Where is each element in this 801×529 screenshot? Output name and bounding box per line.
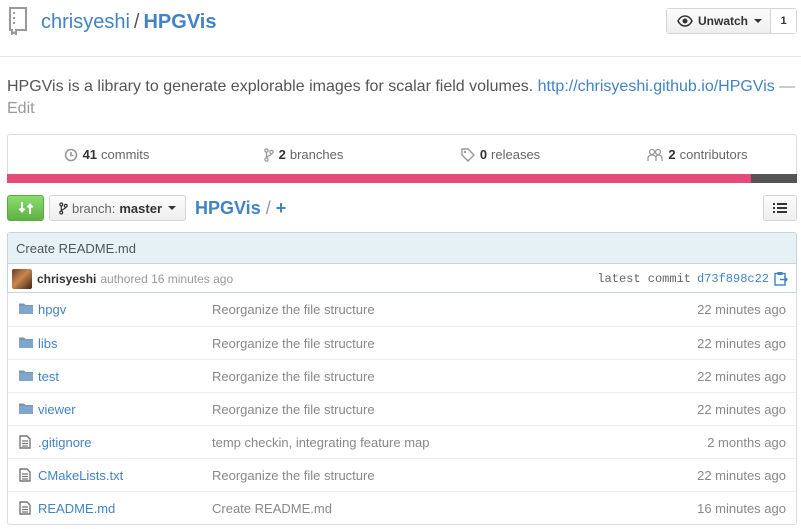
file-age: 22 minutes ago [697,335,786,351]
file-icon [19,468,31,485]
language-bar-secondary [751,174,797,183]
branches-link[interactable]: 2 branches [205,135,402,174]
contributors-count: 2 [668,147,676,162]
file-list: hpgv Reorganize the file structure 22 minu… [7,293,797,525]
language-bar-primary [7,174,751,183]
file-icon [19,501,31,518]
eye-icon [677,15,693,27]
file-name-link[interactable]: hpgv [38,302,66,317]
repo-header: chrisyeshi / HPGVis Unwatch 1 [0,0,801,57]
branch-select[interactable]: branch: master [49,195,186,221]
repo-title-separator: / [133,11,140,33]
releases-link[interactable]: 0 releases [402,135,599,174]
file-age: 2 months ago [707,434,786,450]
branch-icon [59,201,68,215]
commit-time: authored 16 minutes ago [100,271,234,286]
file-row-hpgv: hpgv Reorganize the file structure 22 minu… [8,293,796,326]
file-row-libs: libs Reorganize the file structure 22 minu… [8,326,796,359]
repo-icon [9,7,27,35]
contributors-link[interactable]: 2 contributors [599,135,796,174]
chevron-down-icon [168,206,177,210]
chevron-down-icon [754,19,763,23]
file-commit-message-link[interactable]: Reorganize the file structure [212,402,375,417]
new-file-link[interactable]: + [276,198,287,218]
avatar[interactable] [12,268,32,289]
latest-commit-info: latest commit d73f898c22 [597,264,769,292]
repo-owner-link[interactable]: chrisyeshi [41,11,130,33]
unwatch-button[interactable]: Unwatch [667,9,771,33]
breadcrumb: HPGVis / + [195,197,286,219]
file-name-link[interactable]: test [38,369,59,384]
releases-label: releases [491,147,541,162]
breadcrumb-root-link[interactable]: HPGVis [195,198,261,218]
history-icon [64,148,77,161]
repo-title: chrisyeshi / HPGVis [41,9,216,35]
watchers-count[interactable]: 1 [771,9,796,33]
file-name-link[interactable]: libs [38,336,58,351]
commit-sha-link[interactable]: d73f898c22 [697,272,769,286]
file-age: 22 minutes ago [697,302,786,317]
file-row-viewer: viewer Reorganize the file structure 22 mi… [8,392,796,425]
people-icon [647,148,664,161]
file-name-link[interactable]: viewer [38,402,76,417]
latest-commit-label: latest commit [597,271,691,286]
file-commit-message-link[interactable]: Reorganize the file structure [212,369,375,384]
clipboard-icon[interactable] [774,271,788,286]
file-age: 22 minutes ago [697,368,786,384]
branches-label: branches [289,147,344,162]
commits-label: commits [101,147,150,162]
description-text: HPGVis is a library to generate explorab… [7,78,534,95]
file-commit-message-link[interactable]: Create README.md [212,501,332,516]
folder-icon [19,336,33,351]
tag-icon [461,147,475,162]
file-commit-message-link[interactable]: Reorganize the file structure [212,336,375,351]
latest-commit: Create README.md chrisyeshi authored 16 … [7,232,797,293]
file-age: 16 minutes ago [697,500,786,516]
file-list-toggle-button[interactable] [763,195,797,221]
description-dash: — [779,78,796,95]
commit-message[interactable]: Create README.md [8,233,796,264]
homepage-link[interactable]: http://chrisyeshi.github.io/HPGVis [538,78,775,95]
branch-prefix: branch: [72,200,116,216]
folder-icon [19,369,33,384]
repo-description: HPGVis is a library to generate explorab… [7,76,797,120]
language-bar[interactable] [7,174,797,183]
file-age: 22 minutes ago [697,401,786,417]
file-age: 22 minutes ago [697,467,786,483]
breadcrumb-separator: / [265,198,271,218]
folder-icon [19,302,33,317]
releases-count: 0 [479,147,488,162]
watch-control: Unwatch 1 [666,8,797,34]
file-name-link[interactable]: .gitignore [38,435,91,450]
commits-link[interactable]: 41 commits [8,135,205,174]
file-row-cmakelists-txt: CMakeLists.txt Reorganize the file struct… [8,458,796,491]
compare-icon [18,202,33,214]
branches-count: 2 [278,147,286,162]
file-name-link[interactable]: CMakeLists.txt [38,468,123,483]
file-row-gitignore: .gitignore temp checkin, integrating feat… [8,425,796,458]
file-row-test: test Reorganize the file structure 22 minu… [8,359,796,392]
commit-author-link[interactable]: chrisyeshi [37,272,96,286]
unwatch-label: Unwatch [698,14,749,28]
commit-meta: chrisyeshi authored 16 minutes ago lates… [8,264,796,292]
contributors-label: contributors [679,147,748,162]
folder-icon [19,402,33,417]
branch-value: master [119,200,163,216]
file-row-readme-md: README.md Create README.md 16 minutes ago [8,491,796,524]
file-commit-message-link[interactable]: Reorganize the file structure [212,468,375,483]
list-icon [773,203,787,213]
file-commit-message-link[interactable]: Reorganize the file structure [212,302,375,317]
compare-button[interactable] [7,195,44,221]
edit-description-link[interactable]: Edit [7,100,35,117]
branch-icon [263,147,274,162]
repo-summary: 41 commits 2 branches 0 releases 2 contr… [7,134,797,174]
file-icon [19,435,31,452]
repo-name-link[interactable]: HPGVis [143,11,216,33]
file-name-link[interactable]: README.md [38,501,115,516]
commits-count: 41 [82,147,98,162]
file-commit-message-link[interactable]: temp checkin, integrating feature map [212,435,430,450]
